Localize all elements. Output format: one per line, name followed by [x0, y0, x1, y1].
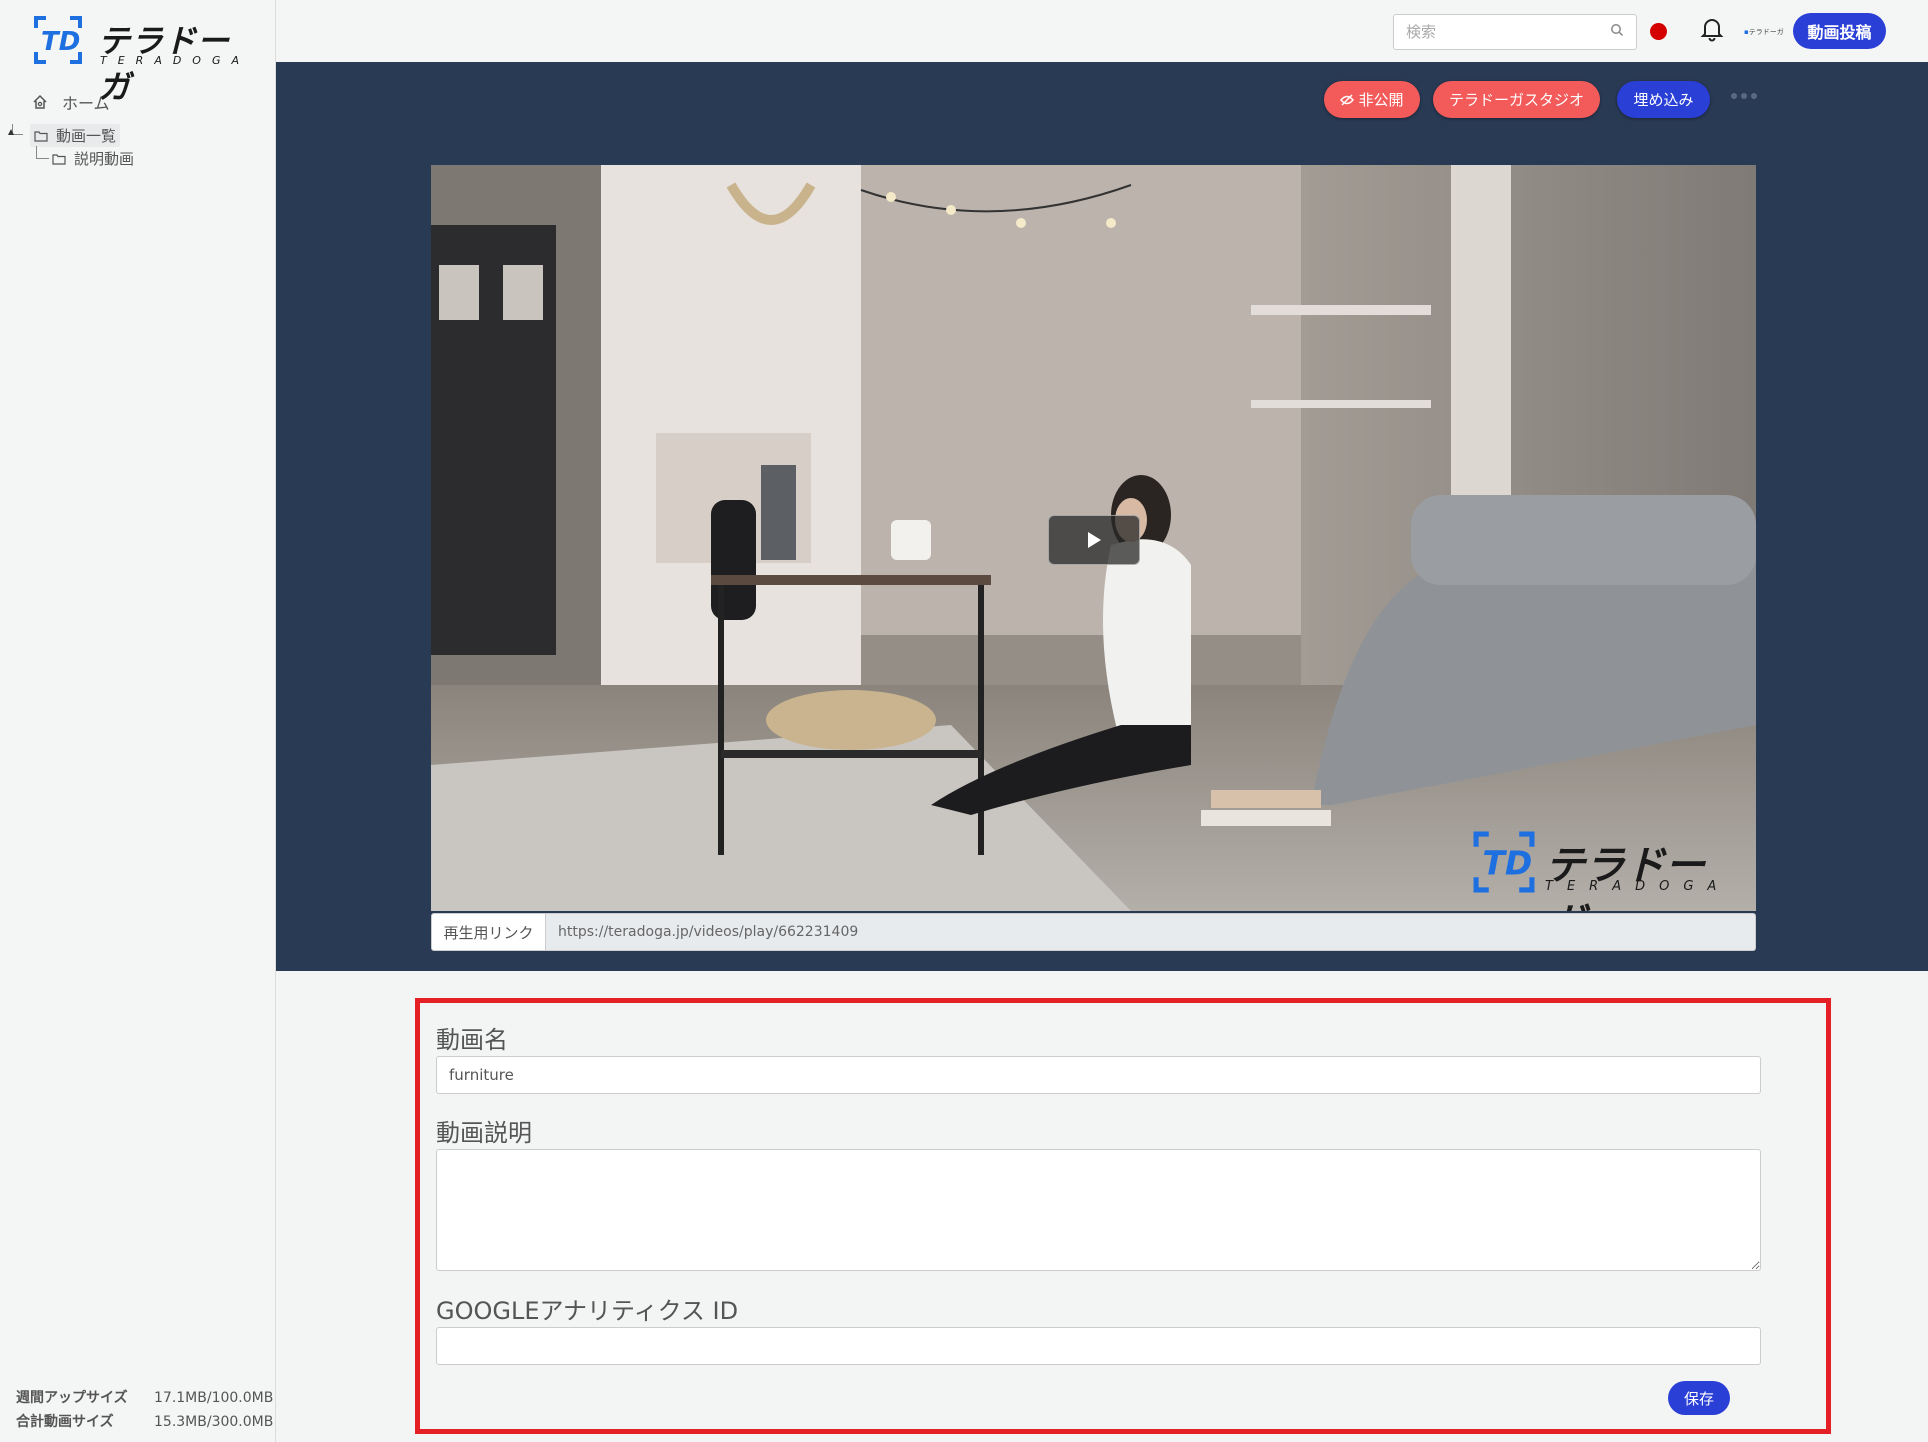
video-description-textarea[interactable]	[436, 1149, 1761, 1271]
record-status-dot[interactable]	[1650, 23, 1667, 40]
sidebar-item-video-list[interactable]: 動画一覧	[30, 124, 121, 147]
watermark-sub: TERADOGA	[1545, 879, 1731, 894]
video-watermark: TD テラドーガ TERADOGA	[1461, 829, 1731, 911]
account-logo[interactable]: ▪テラドーガ	[1744, 27, 1784, 37]
play-button[interactable]	[1048, 515, 1140, 565]
play-icon	[1088, 532, 1101, 548]
studio-button[interactable]: テラドーガスタジオ	[1433, 81, 1600, 118]
sidebar-item-label: 説明動画	[74, 150, 135, 168]
storage-row-weekly: 週間アップサイズ 17.1MB/100.0MB	[16, 1386, 273, 1410]
sidebar: TD テラドーガ TERADOGA ホーム 動画一覧 説明動画 週間アップサイズ…	[0, 0, 276, 1442]
more-icon[interactable]	[1730, 92, 1758, 100]
storage-value: 17.1MB/100.0MB	[154, 1390, 274, 1406]
video-name-input[interactable]	[436, 1056, 1761, 1094]
google-analytics-input[interactable]	[436, 1327, 1761, 1365]
playback-link-label: 再生用リンク	[431, 913, 546, 951]
embed-button[interactable]: 埋め込み	[1617, 81, 1710, 118]
folder-icon	[52, 153, 66, 165]
video-name-label: 動画名	[436, 1026, 508, 1054]
eye-slash-icon	[1340, 94, 1355, 105]
google-analytics-label: GOOGLEアナリティクス ID	[436, 1297, 739, 1325]
sidebar-item-label: 動画一覧	[56, 127, 117, 145]
teradoga-logo-icon: TD	[34, 16, 82, 64]
upload-video-button[interactable]: 動画投稿	[1793, 13, 1886, 49]
playback-link-input[interactable]	[546, 913, 1756, 951]
teradoga-logo-icon: TD	[1473, 831, 1535, 893]
sidebar-item-label: ホーム	[62, 94, 110, 113]
video-edit-form: 動画名 動画説明 GOOGLEアナリティクス ID 保存	[415, 998, 1831, 1434]
search-icon[interactable]	[1610, 23, 1624, 37]
svg-text:TD: TD	[1482, 844, 1532, 883]
playback-link-group: 再生用リンク	[431, 913, 1756, 951]
svg-text:TD: TD	[41, 27, 80, 57]
tree-line	[36, 146, 49, 159]
brand-sub: TERADOGA	[100, 54, 251, 67]
video-hero: 非公開 テラドーガスタジオ 埋め込み TD テラドー TERADOGA 再生用リ…	[276, 62, 1928, 971]
bell-icon[interactable]	[1700, 16, 1724, 42]
storage-label: 合計動画サイズ	[16, 1414, 114, 1430]
sidebar-item-explain-video[interactable]: 説明動画	[52, 148, 134, 169]
storage-label: 週間アップサイズ	[16, 1390, 128, 1406]
storage-row-total: 合計動画サイズ 15.3MB/300.0MB	[16, 1410, 273, 1434]
sidebar-item-home[interactable]: ホーム	[32, 90, 110, 114]
storage-value: 15.3MB/300.0MB	[154, 1414, 274, 1430]
mini-logo-text: テラドーガ	[1748, 28, 1784, 36]
save-button[interactable]: 保存	[1668, 1381, 1730, 1415]
video-description-label: 動画説明	[436, 1119, 532, 1147]
tree-caret-icon	[8, 129, 14, 135]
search-input[interactable]	[1393, 14, 1637, 50]
home-icon	[33, 94, 47, 109]
private-toggle-button[interactable]: 非公開	[1324, 81, 1420, 118]
folder-icon	[34, 130, 48, 142]
brand-logo[interactable]: TD テラドーガ TERADOGA	[32, 14, 252, 106]
topbar: ▪テラドーガ 動画投稿	[276, 0, 1928, 62]
private-label: 非公開	[1358, 91, 1404, 109]
storage-usage: 週間アップサイズ 17.1MB/100.0MB 合計動画サイズ 15.3MB/3…	[16, 1386, 273, 1434]
video-player[interactable]: TD テラドーガ TERADOGA	[431, 165, 1756, 911]
watermark-text: テラドーガ	[1545, 843, 1705, 911]
